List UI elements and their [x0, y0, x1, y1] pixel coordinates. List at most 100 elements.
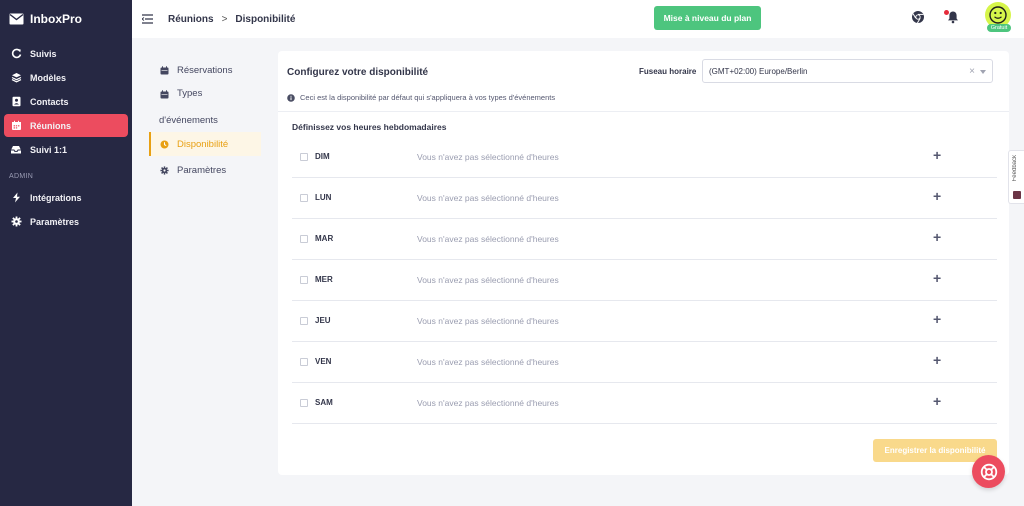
timezone-value: (GMT+02:00) Europe/Berlin	[709, 66, 808, 76]
contact-card-icon	[10, 96, 22, 108]
day-label: MER	[315, 275, 333, 284]
sidebar-item-label: Suivis	[30, 48, 57, 59]
info-text: Ceci est la disponibilité par défaut qui…	[300, 93, 556, 102]
subnav-item-label: Réservations	[177, 64, 233, 76]
plan-badge: Gratuit	[987, 24, 1011, 32]
add-hours-icon[interactable]: +	[933, 148, 941, 162]
calendar-icon	[160, 65, 169, 75]
sidebar-item-modeles[interactable]: Modèles	[4, 66, 128, 89]
feedback-tab[interactable]: Feedback	[1008, 150, 1024, 204]
day-status: Vous n'avez pas sélectionné d'heures	[417, 316, 559, 326]
day-row: SAM Vous n'avez pas sélectionné d'heures…	[292, 383, 997, 424]
clear-icon[interactable]: ×	[969, 66, 975, 77]
sidebar-item-suivis[interactable]: Suivis	[4, 42, 128, 65]
day-label: MAR	[315, 234, 334, 243]
day-label: DIM	[315, 152, 330, 161]
admin-section-label: ADMIN	[9, 173, 34, 180]
add-hours-icon[interactable]: +	[933, 189, 941, 203]
day-checkbox[interactable]	[300, 358, 308, 366]
gear-icon	[10, 216, 22, 228]
day-checkbox[interactable]	[300, 276, 308, 284]
day-label: SAM	[315, 398, 333, 407]
refresh-icon	[10, 48, 22, 60]
meetings-subnav: Réservations Types d'événements Disponib…	[149, 58, 261, 182]
day-row: MER Vous n'avez pas sélectionné d'heures…	[292, 260, 997, 301]
day-status: Vous n'avez pas sélectionné d'heures	[417, 193, 559, 203]
subnav-item-label: Types	[177, 88, 203, 99]
subnav-item-event-types[interactable]: Types d'événements	[149, 82, 261, 132]
clock-icon	[160, 140, 169, 149]
add-hours-icon[interactable]: +	[933, 353, 941, 367]
envelope-logo-icon	[9, 13, 24, 25]
day-row: DIM Vous n'avez pas sélectionné d'heures…	[292, 137, 997, 178]
chrome-extension-icon[interactable]	[911, 10, 925, 24]
chevron-down-icon[interactable]	[980, 70, 986, 74]
info-icon	[287, 93, 295, 102]
subnav-item-availability[interactable]: Disponibilité	[149, 132, 261, 156]
sidebar-item-integrations[interactable]: Intégrations	[4, 186, 128, 209]
inbox-tray-icon	[10, 144, 22, 156]
day-row: JEU Vous n'avez pas sélectionné d'heures…	[292, 301, 997, 342]
add-hours-icon[interactable]: +	[933, 271, 941, 285]
help-chat-button[interactable]	[972, 455, 1005, 488]
breadcrumb-separator: >	[221, 13, 228, 25]
sidebar-item-label: Contacts	[30, 96, 69, 107]
calendar-icon	[160, 90, 169, 99]
subnav-item-settings[interactable]: Paramètres	[149, 158, 261, 182]
sidebar-item-contacts[interactable]: Contacts	[4, 90, 128, 113]
timezone-label: Fuseau horaire	[639, 67, 697, 76]
feedback-label: Feedback	[1012, 155, 1018, 182]
day-checkbox[interactable]	[300, 317, 308, 325]
day-checkbox[interactable]	[300, 153, 308, 161]
add-hours-icon[interactable]: +	[933, 312, 941, 326]
avatar-face-icon	[989, 6, 1007, 24]
sidebar-item-suivi-1-1[interactable]: Suivi 1:1	[4, 138, 128, 161]
menu-toggle-icon[interactable]	[142, 14, 154, 24]
sidebar-item-label: Réunions	[30, 120, 72, 131]
divider	[278, 111, 1009, 112]
app-name: InboxPro	[30, 12, 83, 26]
day-label: LUN	[315, 193, 332, 202]
day-status: Vous n'avez pas sélectionné d'heures	[417, 398, 559, 408]
add-hours-icon[interactable]: +	[933, 394, 941, 408]
day-status: Vous n'avez pas sélectionné d'heures	[417, 152, 559, 162]
sidebar-item-label: Suivi 1:1	[30, 144, 68, 155]
sidebar-item-parametres[interactable]: Paramètres	[4, 210, 128, 233]
subnav-item-label-line2: d'événements	[159, 115, 218, 126]
upgrade-plan-button[interactable]: Mise à niveau du plan	[654, 6, 761, 30]
weekly-hours-title: Définissez vos heures hebdomadaires	[292, 122, 447, 132]
sidebar-item-label: Modèles	[30, 72, 67, 83]
top-bar: Réunions > Disponibilité	[132, 0, 1024, 38]
day-label: JEU	[315, 316, 331, 325]
subnav-item-reservations[interactable]: Réservations	[149, 58, 261, 82]
breadcrumb-root[interactable]: Réunions	[168, 14, 214, 25]
gear-icon	[160, 165, 169, 175]
lifebuoy-icon	[980, 463, 997, 480]
weekly-hours-list: DIM Vous n'avez pas sélectionné d'heures…	[292, 137, 997, 424]
calendar-icon	[10, 120, 22, 132]
notification-dot	[944, 10, 949, 15]
subnav-item-label: Paramètres	[177, 164, 227, 176]
day-status: Vous n'avez pas sélectionné d'heures	[417, 234, 559, 244]
day-status: Vous n'avez pas sélectionné d'heures	[417, 275, 559, 285]
day-checkbox[interactable]	[300, 399, 308, 407]
bolt-icon	[10, 192, 22, 204]
day-checkbox[interactable]	[300, 194, 308, 202]
info-message: Ceci est la disponibilité par défaut qui…	[287, 93, 555, 102]
day-checkbox[interactable]	[300, 235, 308, 243]
add-hours-icon[interactable]: +	[933, 230, 941, 244]
day-status: Vous n'avez pas sélectionné d'heures	[417, 357, 559, 367]
subnav-item-label: Disponibilité	[177, 138, 229, 150]
sidebar-item-reunions[interactable]: Réunions	[4, 114, 128, 137]
day-row: MAR Vous n'avez pas sélectionné d'heures…	[292, 219, 997, 260]
brand[interactable]: InboxPro	[0, 0, 132, 38]
sidebar: InboxPro Suivis Modèles Contacts Réunion…	[0, 0, 132, 506]
layers-icon	[10, 72, 22, 84]
breadcrumb-current: Disponibilité	[235, 13, 296, 25]
day-label: VEN	[315, 357, 332, 366]
timezone-select[interactable]: (GMT+02:00) Europe/Berlin ×	[702, 59, 993, 83]
sidebar-item-label: Intégrations	[30, 192, 82, 203]
sidebar-item-label: Paramètres	[30, 216, 80, 227]
breadcrumb: Réunions > Disponibilité	[168, 14, 295, 25]
day-row: VEN Vous n'avez pas sélectionné d'heures…	[292, 342, 997, 383]
